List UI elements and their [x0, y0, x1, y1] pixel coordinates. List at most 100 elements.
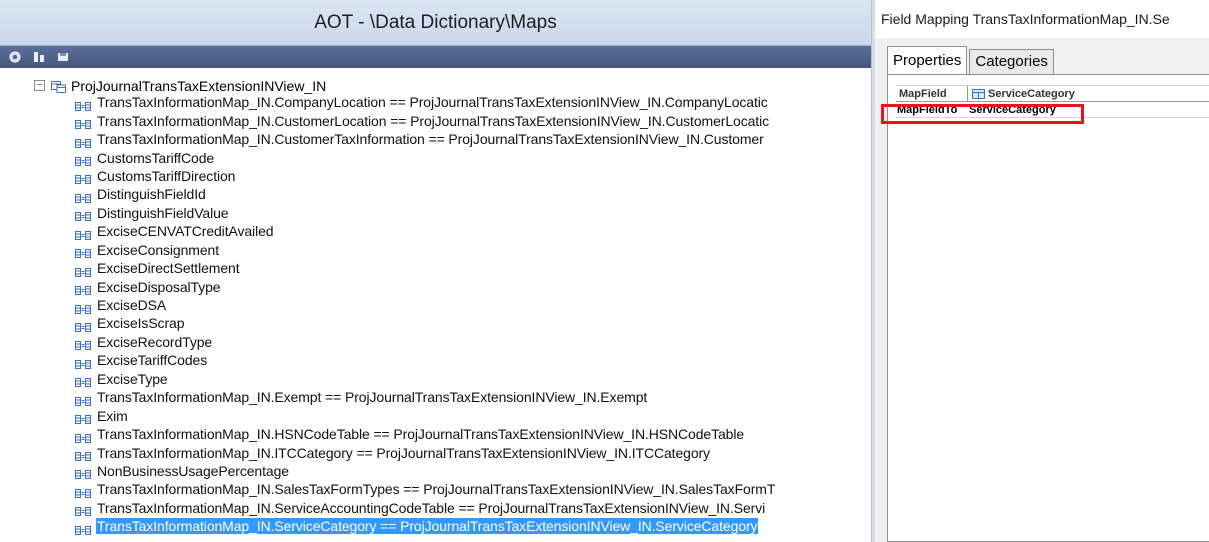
tab-properties-label: Properties [893, 52, 962, 69]
tree-row-label: DistinguishFieldId [97, 186, 206, 203]
field-mapping-icon [75, 411, 91, 425]
tree-row[interactable]: TransTaxInformationMap_IN.CompanyLocatio… [75, 93, 776, 111]
tree-row[interactable]: TransTaxInformationMap_IN.ServiceAccount… [75, 499, 776, 517]
tree-row-label: ExciseConsignment [97, 241, 220, 258]
tree-row[interactable]: ExciseCENVATCreditAvailed [75, 222, 776, 240]
tree-row-label: ExciseTariffCodes [97, 352, 208, 369]
tree-row-label: ExciseDisposalType [97, 278, 221, 295]
tree-root-label: ProjJournalTransTaxExtensionINView_IN [71, 77, 327, 94]
property-row-mapfieldto[interactable]: MapFieldTo ServiceCategory [896, 102, 1209, 118]
property-name-mapfieldto: MapFieldTo [897, 103, 958, 116]
save-icon[interactable] [56, 50, 70, 64]
field-mapping-window: Field Mapping TransTaxInformationMap_IN.… [875, 0, 1209, 542]
properties-icon[interactable] [8, 50, 22, 64]
tree-row-label: TransTaxInformationMap_IN.Exempt == Proj… [97, 389, 648, 406]
tree-row-label: TransTaxInformationMap_IN.CompanyLocatio… [97, 94, 768, 111]
property-header-row: MapField ServiceCategory [896, 85, 1209, 102]
tree-row[interactable]: TransTaxInformationMap_IN.Exempt == Proj… [75, 388, 776, 406]
property-header-name: MapField [896, 86, 968, 101]
tab-categories[interactable]: Categories [969, 49, 1054, 74]
field-mapping-title-bar[interactable]: Field Mapping TransTaxInformationMap_IN.… [875, 0, 1209, 38]
collapse-icon[interactable]: − [34, 80, 45, 91]
field-mapping-icon [75, 430, 91, 443]
aot-toolbar [0, 46, 871, 68]
tree-row[interactable]: TransTaxInformationMap_IN.ITCCategory ==… [75, 443, 776, 462]
tree-row[interactable]: CustomsTariffDirection [75, 167, 776, 185]
field-mapping-title: Field Mapping TransTaxInformationMap_IN.… [881, 11, 1170, 27]
tree-row-label: ExciseType [97, 370, 168, 387]
field-mapping-icon [75, 116, 91, 130]
tree-row[interactable]: ExciseRecordType [75, 333, 776, 351]
view-icon [51, 80, 66, 93]
tree-row[interactable]: TransTaxInformationMap_IN.ServiceCategor… [75, 517, 776, 535]
tree-row[interactable]: ExciseType [75, 370, 776, 388]
field-mapping-icon [75, 393, 91, 406]
tree-row[interactable]: TransTaxInformationMap_IN.SalesTaxFormTy… [75, 480, 776, 498]
field-mapping-icon [75, 190, 91, 203]
field-mapping-icon [75, 356, 91, 369]
compile-icon[interactable] [32, 50, 46, 64]
field-mapping-icon [75, 208, 91, 222]
property-grid: MapField ServiceCategory MapFieldTo Serv… [896, 85, 1209, 118]
tree-row-label: TransTaxInformationMap_IN.HSNCodeTable =… [97, 426, 745, 443]
tree-row[interactable]: ExciseDSA [75, 296, 776, 314]
field-mapping-icon [75, 245, 91, 259]
tree-row[interactable]: TransTaxInformationMap_IN.CustomerLocati… [75, 111, 776, 130]
field-mapping-icon [75, 153, 91, 167]
tree-row[interactable]: ExciseDisposalType [75, 277, 776, 296]
field-mapping-icon [75, 522, 91, 535]
tree-row-label: ExciseCENVATCreditAvailed [97, 223, 274, 240]
tab-properties[interactable]: Properties [887, 46, 968, 75]
property-panel: MapField ServiceCategory MapFieldTo Serv… [887, 74, 1209, 542]
property-value-mapfieldto[interactable]: ServiceCategory [968, 102, 1209, 117]
field-mapping-icon [75, 448, 91, 462]
tree-row-label: TransTaxInformationMap_IN.SalesTaxFormTy… [97, 481, 776, 498]
tree-row-label: ExciseDSA [97, 297, 167, 314]
field-mapping-list: TransTaxInformationMap_IN.CompanyLocatio… [75, 93, 776, 536]
aot-window: AOT - \Data Dictionary\Maps − ProjJourna… [0, 0, 871, 542]
field-mapping-icon [75, 337, 91, 351]
field-mapping-icon [75, 282, 91, 296]
tree-row-label: TransTaxInformationMap_IN.ServiceCategor… [96, 518, 759, 535]
aot-title: AOT - \Data Dictionary\Maps [314, 11, 557, 33]
tree-row[interactable]: Exim [75, 406, 776, 425]
field-mapping-icon [75, 227, 91, 240]
field-mapping-icon [75, 264, 91, 277]
tree-row[interactable]: DistinguishFieldValue [75, 204, 776, 222]
tree-row-label: ExciseRecordType [97, 333, 213, 350]
tree-row[interactable]: ExciseTariffCodes [75, 351, 776, 369]
tree-row-label: DistinguishFieldValue [97, 204, 229, 221]
tree-row[interactable]: ExciseConsignment [75, 241, 776, 259]
tree-root-node[interactable]: − ProjJournalTransTaxExtensionINView_IN [34, 77, 326, 94]
tree-row-label: CustomsTariffCode [97, 149, 215, 166]
tree-row[interactable]: NonBusinessUsagePercentage [75, 462, 776, 480]
tree-row-label: TransTaxInformationMap_IN.ServiceAccount… [97, 499, 766, 516]
property-header-value-cell: ServiceCategory [968, 86, 1209, 101]
tree-row[interactable]: TransTaxInformationMap_IN.CustomerTaxInf… [75, 130, 776, 148]
tree-row[interactable]: TransTaxInformationMap_IN.HSNCodeTable =… [75, 425, 776, 443]
field-mapping-icon [75, 135, 91, 148]
tree-row-label: ExciseIsScrap [97, 315, 185, 332]
tab-categories-label: Categories [975, 53, 1048, 70]
tree-row[interactable]: DistinguishFieldId [75, 185, 776, 203]
tree-row-label: TransTaxInformationMap_IN.ITCCategory ==… [97, 444, 710, 461]
field-mapping-icon [75, 171, 91, 185]
property-header-value: ServiceCategory [988, 87, 1075, 100]
property-tabs: Properties Categories [887, 46, 1056, 75]
tree-row-label: NonBusinessUsagePercentage [97, 462, 289, 479]
field-mapping-icon [75, 319, 91, 332]
field-mapping-icon [75, 301, 91, 314]
tree-row-label: TransTaxInformationMap_IN.CustomerTaxInf… [97, 131, 764, 148]
tree-row-label: TransTaxInformationMap_IN.CustomerLocati… [97, 112, 769, 129]
tree-row[interactable]: ExciseIsScrap [75, 314, 776, 332]
tree-row[interactable]: CustomsTariffCode [75, 148, 776, 167]
field-mapping-icon [75, 503, 91, 517]
field-mapping-icon [75, 98, 91, 111]
tree-row-label: ExciseDirectSettlement [97, 260, 240, 277]
tree-row-label: Exim [97, 407, 128, 424]
aot-tree: − ProjJournalTransTaxExtensionINView_IN … [0, 71, 871, 542]
field-mapping-icon [75, 466, 91, 480]
field-mapping-icon [75, 485, 91, 498]
aot-title-bar[interactable]: AOT - \Data Dictionary\Maps [0, 0, 871, 46]
tree-row[interactable]: ExciseDirectSettlement [75, 259, 776, 277]
